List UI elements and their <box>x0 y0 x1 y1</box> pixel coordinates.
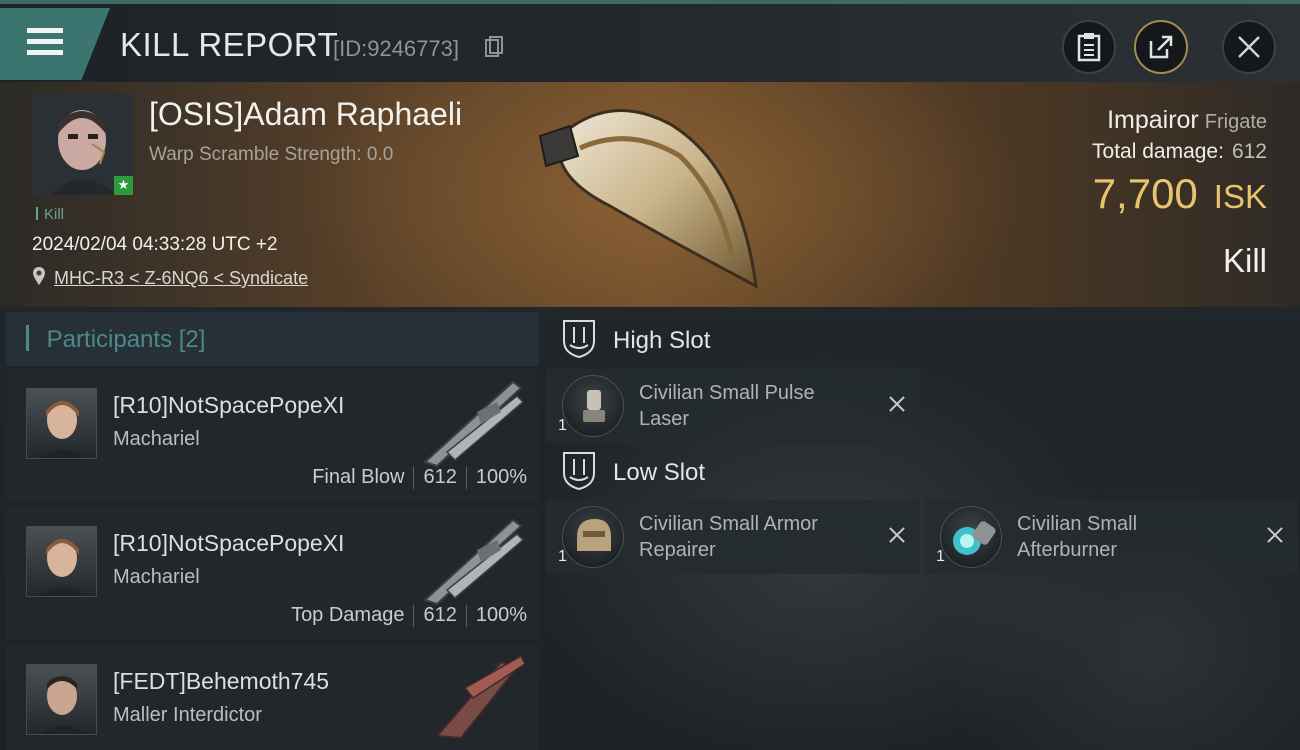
low-slot-title: Low Slot <box>613 459 706 486</box>
pulse-laser-icon <box>562 375 624 437</box>
module-item[interactable]: 1 Civilian Small Afterburner <box>924 500 1298 574</box>
module-quantity: 1 <box>558 417 567 434</box>
participant-name[interactable]: [R10]NotSpacePopeXI <box>113 530 344 557</box>
copy-icon[interactable] <box>484 36 504 58</box>
low-slot-icon <box>563 452 595 491</box>
divider <box>465 604 467 627</box>
participant-ship: Machariel <box>113 428 200 450</box>
module-quantity: 1 <box>936 548 945 565</box>
participant-damage: 612 <box>423 466 457 488</box>
participant-ship: Machariel <box>113 566 200 588</box>
participant-card[interactable]: [R10]NotSpacePopeXI Machariel Top Damage… <box>6 506 539 640</box>
participant-percent: 100% <box>475 466 527 488</box>
participant-percent: 100% <box>475 604 527 626</box>
module-name: Civilian Small Afterburner <box>1017 513 1138 561</box>
destroyed-x-icon <box>886 393 908 415</box>
participant-ship-image <box>423 518 525 606</box>
menu-icon-bar <box>27 39 63 44</box>
victim-name[interactable]: [OSIS]Adam Raphaeli <box>149 96 462 133</box>
kill-tag: Kill <box>36 206 64 223</box>
location-pin-icon <box>33 267 45 285</box>
total-damage-label: Total damage: <box>1092 140 1224 163</box>
menu-icon <box>27 28 63 33</box>
close-button[interactable] <box>1222 20 1276 74</box>
total-damage-value: 612 <box>1231 140 1267 163</box>
participants-title: Participants [2] <box>26 325 206 354</box>
participant-ship-image <box>434 654 526 740</box>
module-name: Civilian Small Armor Repairer <box>639 513 818 561</box>
participants-header: Participants [2] <box>6 312 539 366</box>
participant-avatar <box>26 664 97 735</box>
kill-timestamp: 2024/02/04 04:33:28 UTC +2 <box>32 234 278 255</box>
participant-card[interactable]: [R10]NotSpacePopeXI Machariel Final Blow… <box>6 368 539 502</box>
high-slot-icon <box>563 320 595 359</box>
module-name: Civilian Small Pulse Laser <box>639 382 815 430</box>
warp-scramble-strength: Warp Scramble Strength: 0.0 <box>149 144 394 165</box>
victim-ship-class: Frigate <box>1204 111 1267 133</box>
participant-stats: Top Damage 612 100% <box>291 604 527 627</box>
participant-ship-image <box>423 380 525 468</box>
participants-label: Participants <box>46 326 173 353</box>
standing-star-icon: ★ <box>114 176 133 195</box>
module-quantity: 1 <box>558 548 567 565</box>
participant-card[interactable]: [FEDT]Behemoth745 Maller Interdictor <box>6 644 539 750</box>
participant-stats: Final Blow 612 100% <box>312 466 527 489</box>
page-title: KILL REPORT <box>120 26 339 63</box>
participant-damage: 612 <box>423 604 457 626</box>
participant-ship: Maller Interdictor <box>113 704 262 726</box>
result-label: Kill <box>1222 242 1267 279</box>
victim-panel: ★ [OSIS]Adam Raphaeli Warp Scramble Stre… <box>0 82 1300 307</box>
header-bar: KILL REPORT [ID:9246773] <box>0 0 1300 82</box>
total-damage: Total damage: 612 <box>1092 140 1267 164</box>
participant-name[interactable]: [FEDT]Behemoth745 <box>113 668 329 695</box>
clipboard-icon <box>1077 33 1101 62</box>
victim-ship-name: Impairor <box>1107 106 1199 134</box>
module-item[interactable]: 1 Civilian Small Pulse Laser <box>546 369 920 443</box>
menu-icon-bar <box>27 50 63 55</box>
victim-portrait[interactable]: ★ <box>32 94 133 195</box>
participant-role: Top Damage <box>291 604 405 626</box>
divider <box>465 466 467 489</box>
isk-amount: 7,700 <box>1092 170 1198 217</box>
victim-ship-image <box>538 109 758 289</box>
participant-avatar <box>26 388 97 459</box>
participant-avatar <box>26 526 97 597</box>
isk-unit: ISK <box>1213 178 1267 215</box>
victim-ship-type: Impairor Frigate <box>1107 106 1267 135</box>
destroyed-x-icon <box>1264 524 1286 546</box>
share-button[interactable] <box>1134 20 1188 74</box>
close-icon <box>1238 36 1260 58</box>
armor-repairer-icon <box>562 506 624 568</box>
participant-name[interactable]: [R10]NotSpacePopeXI <box>113 392 344 419</box>
module-item[interactable]: 1 Civilian Small Armor Repairer <box>546 500 920 574</box>
divider <box>413 604 415 627</box>
report-id: [ID:9246773] <box>333 36 459 61</box>
participant-role: Final Blow <box>312 466 405 488</box>
clipboard-button[interactable] <box>1062 20 1116 74</box>
menu-button[interactable] <box>0 8 110 80</box>
divider <box>413 466 415 489</box>
participants-count: [2] <box>178 326 206 353</box>
share-icon <box>1149 35 1173 59</box>
high-slot-header: High Slot <box>546 312 1300 368</box>
isk-value: 7,700 ISK <box>1093 170 1267 218</box>
location-link[interactable]: MHC-R3 < Z-6NQ6 < Syndicate <box>54 268 308 289</box>
afterburner-icon <box>940 506 1002 568</box>
high-slot-title: High Slot <box>613 327 711 354</box>
low-slot-header: Low Slot <box>546 444 1300 500</box>
destroyed-x-icon <box>886 524 908 546</box>
